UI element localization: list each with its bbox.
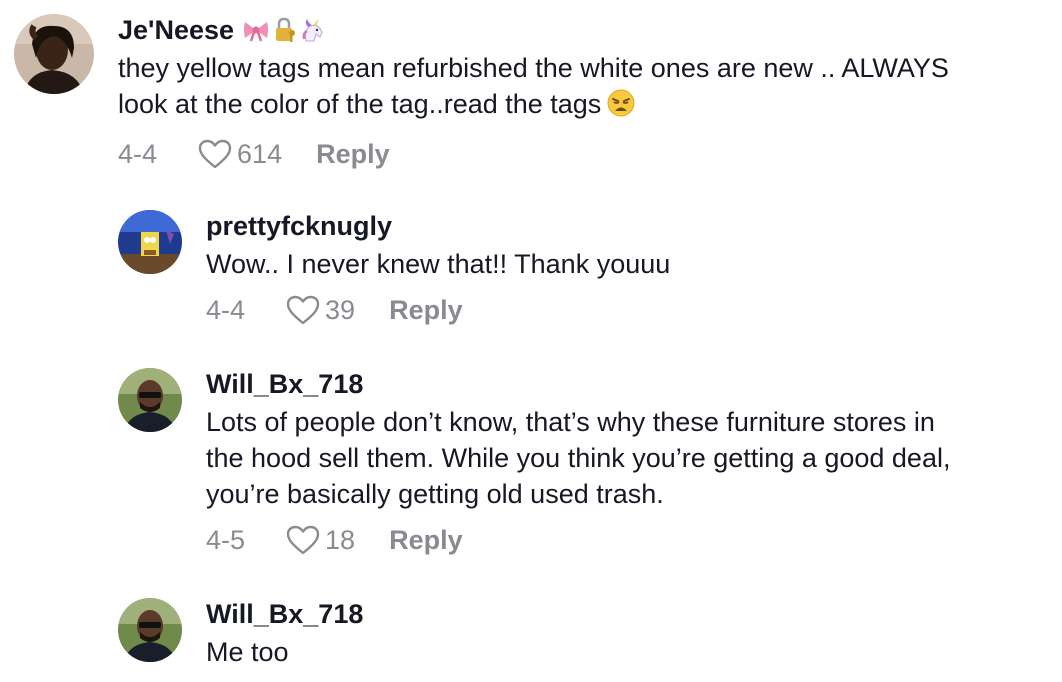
comment-text-segment: look at the color of the tag..read the t… bbox=[118, 89, 602, 119]
heart-outline-icon bbox=[285, 294, 321, 326]
like-count: 18 bbox=[325, 525, 356, 555]
comment-date: 4-4 bbox=[118, 139, 158, 169]
comment-date: 4-4 bbox=[206, 295, 246, 325]
heart-outline-icon bbox=[285, 524, 321, 556]
lock-key-icon bbox=[276, 17, 296, 42]
avatar-image bbox=[14, 14, 94, 94]
comment-text: Wow.. I never knew that!! Thank youuu bbox=[206, 246, 1026, 282]
comment-date: 4-5 bbox=[206, 525, 246, 555]
comment-item: Will_Bx_718 Lots of people don’t know, t… bbox=[118, 368, 1062, 556]
username-text: Will_Bx_718 bbox=[206, 369, 364, 399]
like-button[interactable]: 39 bbox=[285, 294, 355, 326]
like-count: 39 bbox=[325, 295, 356, 325]
avatar-image bbox=[118, 368, 182, 432]
username-badges bbox=[242, 17, 326, 43]
comment-text-line: the hood sell them. While you think you’… bbox=[206, 443, 951, 473]
comment-text: Me too bbox=[206, 634, 1062, 670]
comment-meta: 4-4 39 Reply bbox=[206, 294, 1026, 326]
comment-text: they yellow tags mean refurbished the wh… bbox=[118, 50, 1058, 126]
avatar-image bbox=[118, 598, 182, 662]
username-text: Je'Neese bbox=[118, 15, 235, 45]
comment-text-line: you’re basically getting old used trash. bbox=[206, 479, 664, 509]
like-button[interactable]: 614 bbox=[197, 138, 282, 170]
comment-username[interactable]: prettyfcknugly bbox=[206, 210, 1026, 242]
comment-item: prettyfcknugly Wow.. I never knew that!!… bbox=[118, 210, 1026, 326]
comment-item: Je'Neese they yellow tags mean refurbish… bbox=[14, 14, 1058, 170]
comment-meta: 4-4 614 Reply bbox=[118, 138, 1058, 170]
comment-meta: 4-5 18 Reply bbox=[206, 524, 1062, 556]
weary-face-icon bbox=[607, 89, 635, 126]
heart-outline-icon bbox=[197, 138, 233, 170]
comment-text-line: they yellow tags mean refurbished the wh… bbox=[118, 53, 949, 83]
comment-text-line: look at the color of the tag..read the t… bbox=[118, 86, 1058, 126]
comment-username[interactable]: Will_Bx_718 bbox=[206, 598, 1062, 630]
reply-button[interactable]: Reply bbox=[389, 294, 463, 326]
username-text: Will_Bx_718 bbox=[206, 599, 364, 629]
comment-text: Lots of people don’t know, that’s why th… bbox=[206, 404, 1062, 512]
comment-text-line: Me too bbox=[206, 637, 289, 667]
like-button[interactable]: 18 bbox=[285, 524, 355, 556]
comment-item: Will_Bx_718 Me too bbox=[118, 598, 1062, 670]
avatar[interactable] bbox=[118, 368, 182, 432]
avatar[interactable] bbox=[118, 598, 182, 662]
comment-text-line: Lots of people don’t know, that’s why th… bbox=[206, 407, 935, 437]
comment-username[interactable]: Je'Neese bbox=[118, 14, 1058, 46]
reply-button[interactable]: Reply bbox=[389, 524, 463, 556]
avatar-image bbox=[118, 210, 182, 274]
avatar[interactable] bbox=[118, 210, 182, 274]
avatar[interactable] bbox=[14, 14, 94, 94]
username-text: prettyfcknugly bbox=[206, 211, 393, 241]
reply-button[interactable]: Reply bbox=[316, 138, 390, 170]
like-count: 614 bbox=[237, 139, 283, 169]
comment-text-line: Wow.. I never knew that!! Thank youuu bbox=[206, 249, 671, 279]
comment-username[interactable]: Will_Bx_718 bbox=[206, 368, 1062, 400]
unicorn-icon bbox=[302, 18, 323, 42]
bow-icon bbox=[244, 22, 269, 42]
